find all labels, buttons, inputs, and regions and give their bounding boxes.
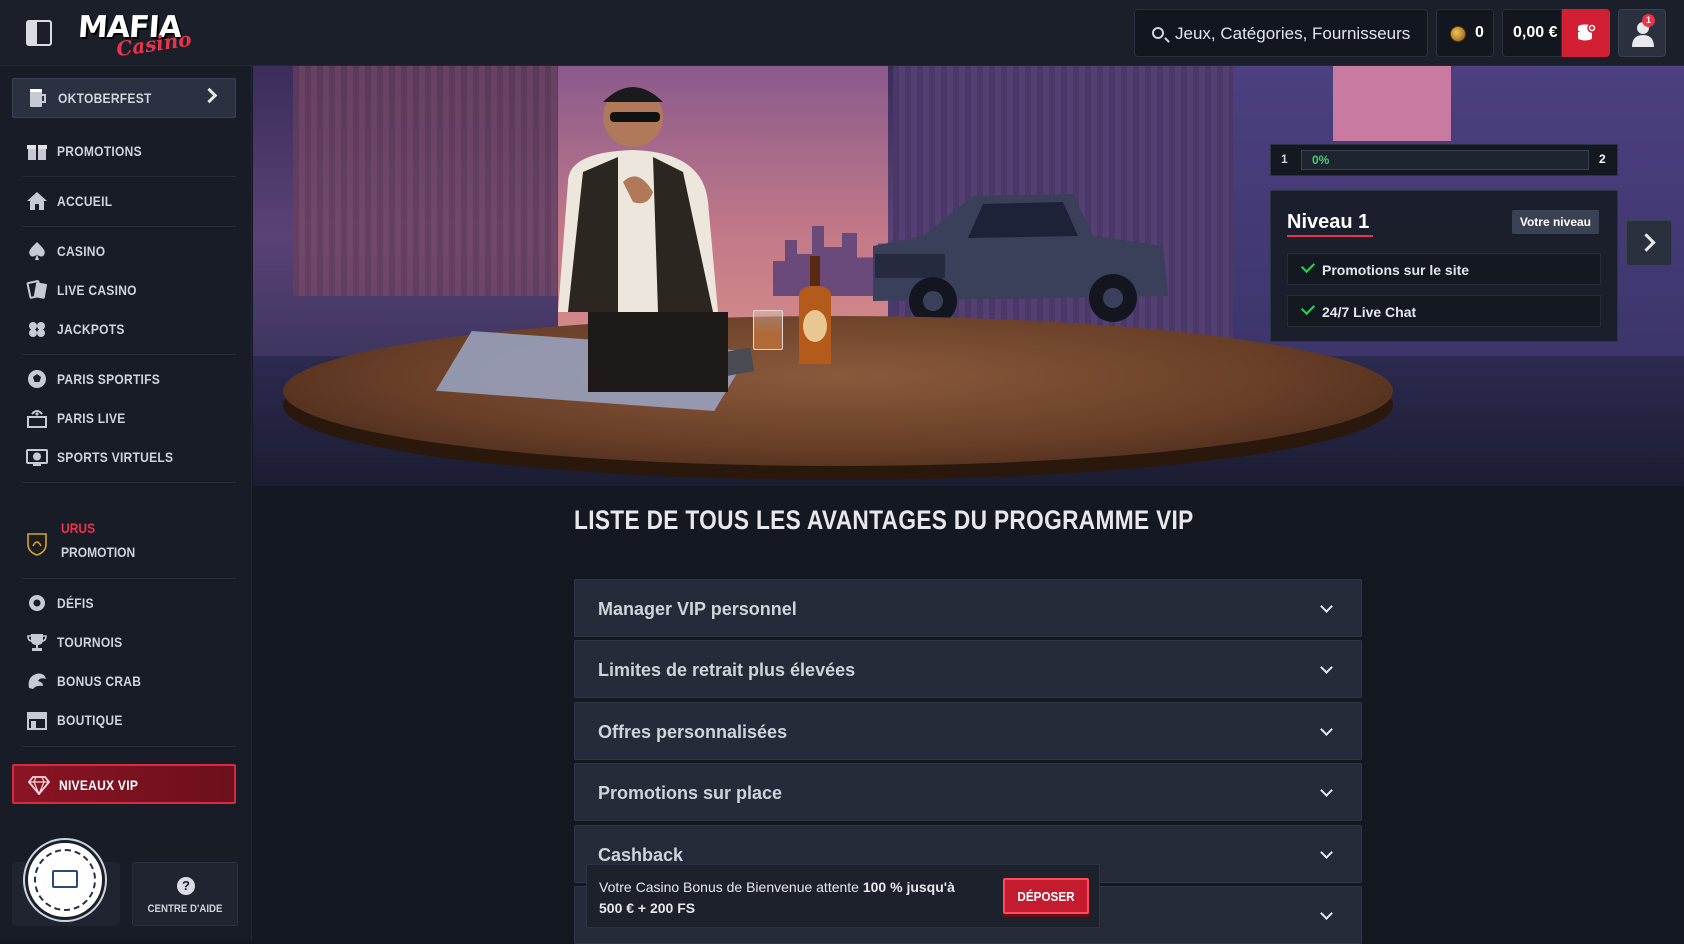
mafia-boss-illustration bbox=[558, 87, 728, 392]
next-level-button[interactable] bbox=[1626, 220, 1672, 266]
trophy-icon bbox=[27, 634, 47, 651]
chevron-down-icon bbox=[1320, 907, 1333, 920]
chevron-right-icon bbox=[201, 87, 218, 104]
chevron-down-icon bbox=[1320, 784, 1333, 797]
sidebar-item-live-casino[interactable]: LIVE CASINO bbox=[12, 271, 236, 309]
sidebar-item-casino[interactable]: CASINO bbox=[12, 232, 236, 270]
welcome-bonus-banner: Votre Casino Bonus de Bienvenue attente … bbox=[586, 864, 1100, 928]
top-header: MAFIA Casino Jeux, Catégories, Fournisse… bbox=[0, 0, 1684, 66]
chevron-down-icon bbox=[1320, 661, 1333, 674]
check-icon bbox=[1300, 300, 1316, 316]
chevron-down-icon bbox=[1320, 600, 1333, 613]
sidebar-item-bonus-crab[interactable]: BONUS CRAB bbox=[12, 662, 236, 700]
language-book-badge[interactable] bbox=[25, 840, 105, 920]
lamborghini-shield-icon bbox=[27, 533, 47, 556]
balance-value: 0,00 € bbox=[1513, 24, 1558, 41]
sidebar-item-boutique[interactable]: BOUTIQUE bbox=[12, 701, 236, 739]
sidebar-toggle-icon[interactable] bbox=[26, 20, 52, 46]
question-icon: ? bbox=[177, 877, 195, 895]
sidebar: OKTOBERFEST PROMOTIONS ACCUEIL CASINO LI… bbox=[0, 66, 252, 940]
deposit-button[interactable]: DÉPOSER bbox=[1003, 878, 1089, 914]
check-icon bbox=[1300, 258, 1316, 274]
spade-icon bbox=[29, 242, 45, 260]
sidebar-item-defis[interactable]: DÉFIS bbox=[12, 584, 236, 622]
level-title: Niveau 1 bbox=[1287, 211, 1374, 237]
gear-badge-icon bbox=[29, 595, 45, 611]
live-broadcast-icon bbox=[27, 410, 47, 428]
current-level-badge: Votre niveau bbox=[1511, 210, 1599, 234]
chevron-right-icon bbox=[1637, 233, 1656, 252]
help-center-button[interactable]: ? CENTRE D'AIDE bbox=[132, 862, 238, 926]
crab-claw-icon bbox=[28, 673, 46, 689]
shop-icon bbox=[27, 712, 47, 730]
sidebar-item-urus-promotion[interactable]: URUS PROMOTION bbox=[12, 514, 236, 570]
progress-track: 0% bbox=[1301, 150, 1589, 170]
diamond-icon bbox=[28, 776, 50, 795]
coins-counter[interactable]: 0 bbox=[1436, 9, 1494, 57]
sidebar-item-tournois[interactable]: TOURNOIS bbox=[12, 623, 236, 661]
coin-stack-icon bbox=[1578, 23, 1596, 41]
search-placeholder: Jeux, Catégories, Fournisseurs bbox=[1175, 24, 1411, 43]
live-cards-icon bbox=[26, 280, 47, 299]
beer-mug-icon bbox=[30, 89, 46, 107]
mafia-casino-logo[interactable]: MAFIA Casino bbox=[77, 10, 193, 61]
sidebar-item-promotions[interactable]: PROMOTIONS bbox=[12, 132, 236, 170]
coin-icon bbox=[1450, 26, 1466, 42]
sidebar-item-accueil[interactable]: ACCUEIL bbox=[12, 182, 236, 220]
welcome-bonus-text: Votre Casino Bonus de Bienvenue attente … bbox=[599, 879, 955, 916]
perk-item: 24/7 Live Chat bbox=[1287, 295, 1601, 327]
sidebar-item-sports-virtuels[interactable]: SPORTS VIRTUELS bbox=[12, 438, 236, 476]
whiskey-bottle bbox=[799, 256, 831, 364]
soccer-ball-icon bbox=[28, 370, 46, 388]
virtual-sports-icon bbox=[26, 449, 48, 466]
perk-item: Promotions sur le site bbox=[1287, 253, 1601, 285]
notification-badge: 1 bbox=[1642, 14, 1655, 27]
level-card: Niveau 1 Votre niveau Promotions sur le … bbox=[1270, 190, 1618, 342]
deposit-wallet-button[interactable] bbox=[1562, 9, 1610, 57]
vip-progress-bar: 1 0% 2 bbox=[1270, 144, 1618, 176]
accordion-item-promotions-place[interactable]: Promotions sur place bbox=[574, 763, 1362, 821]
gift-icon bbox=[27, 145, 47, 160]
help-center-label: CENTRE D'AIDE bbox=[147, 903, 223, 915]
clover-icon bbox=[29, 322, 45, 337]
accordion-item-limites-retrait[interactable]: Limites de retrait plus élevées bbox=[574, 640, 1362, 698]
search-icon bbox=[1152, 27, 1164, 39]
sidebar-item-paris-live[interactable]: PARIS LIVE bbox=[12, 399, 236, 437]
search-input[interactable]: Jeux, Catégories, Fournisseurs bbox=[1134, 9, 1428, 57]
current-level-number: 1 bbox=[1281, 152, 1288, 166]
book-icon bbox=[52, 870, 78, 888]
sidebar-item-oktoberfest[interactable]: OKTOBERFEST bbox=[12, 78, 236, 118]
accordion-item-offres[interactable]: Offres personnalisées bbox=[574, 702, 1362, 760]
chevron-down-icon bbox=[1320, 846, 1333, 859]
chevron-down-icon bbox=[1320, 723, 1333, 736]
pickup-truck-illustration bbox=[873, 194, 1168, 325]
accordion-item-manager-vip[interactable]: Manager VIP personnel bbox=[574, 579, 1362, 637]
sidebar-item-paris-sportifs[interactable]: PARIS SPORTIFS bbox=[12, 360, 236, 398]
home-icon bbox=[27, 192, 47, 210]
next-level-number: 2 bbox=[1599, 152, 1606, 166]
progress-percent: 0% bbox=[1312, 153, 1330, 167]
sidebar-item-niveaux-vip[interactable]: NIVEAUX VIP bbox=[12, 764, 236, 804]
sidebar-item-jackpots[interactable]: JACKPOTS bbox=[12, 310, 236, 348]
balance-display[interactable]: 0,00 € bbox=[1502, 9, 1562, 57]
section-title: LISTE DE TOUS LES AVANTAGES DU PROGRAMME… bbox=[574, 505, 1194, 535]
coins-value: 0 bbox=[1475, 24, 1484, 41]
